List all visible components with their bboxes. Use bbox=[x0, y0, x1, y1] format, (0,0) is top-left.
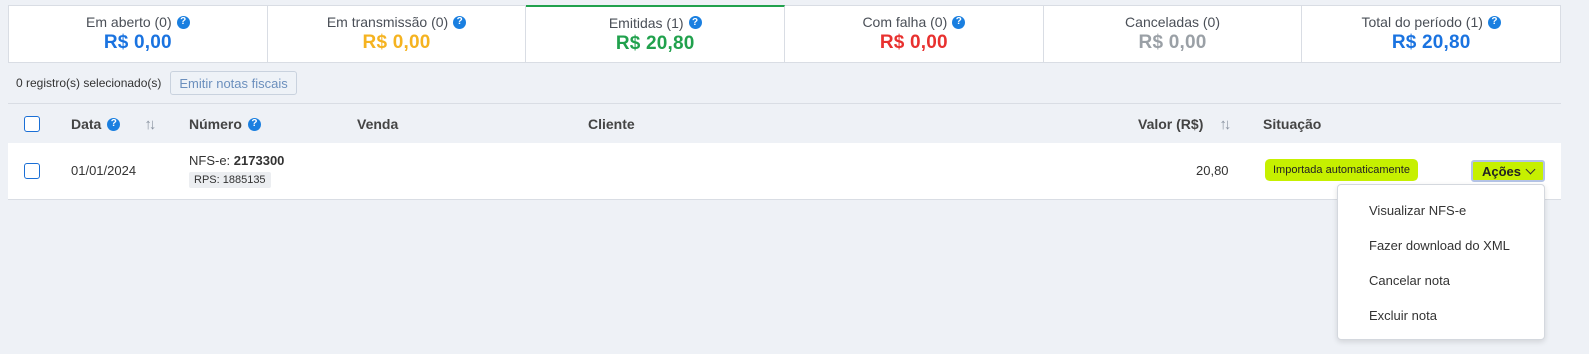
summary-card-canceladas[interactable]: Canceladas (0) R$ 0,00 bbox=[1044, 6, 1303, 62]
card-label: Em transmissão (0) bbox=[326, 14, 449, 30]
summary-card-total-periodo[interactable]: Total do período (1) ? R$ 20,80 bbox=[1302, 6, 1560, 62]
column-label: Situação bbox=[1263, 116, 1322, 132]
column-situacao: Situação bbox=[1263, 104, 1321, 144]
help-icon[interactable]: ? bbox=[453, 15, 467, 29]
column-cliente: Cliente bbox=[588, 104, 635, 144]
menu-item-visualizar[interactable]: Visualizar NFS-e bbox=[1338, 193, 1544, 228]
column-label: Número bbox=[189, 116, 242, 132]
invoices-table: Data ? ↑↓ Número ? Venda Cliente Valor (… bbox=[8, 103, 1561, 216]
sort-icon[interactable]: ↑↓ bbox=[144, 116, 156, 133]
help-icon[interactable]: ? bbox=[688, 16, 702, 29]
nfse-number: 2173300 bbox=[233, 153, 285, 168]
summary-card-com-falha[interactable]: Com falha (0) ? R$ 0,00 bbox=[785, 6, 1044, 62]
card-value: R$ 0,00 bbox=[879, 32, 948, 53]
column-label: Data bbox=[71, 116, 102, 132]
column-label: Cliente bbox=[588, 116, 635, 132]
summary-bar: Em aberto (0) ? R$ 0,00 Em transmissão (… bbox=[8, 5, 1561, 63]
actions-button[interactable]: Ações bbox=[1471, 160, 1545, 182]
actions-menu: Visualizar NFS-e Fazer download do XML C… bbox=[1337, 184, 1545, 340]
menu-item-download-xml[interactable]: Fazer download do XML bbox=[1338, 228, 1544, 263]
sort-icon[interactable]: ↑↓ bbox=[1219, 116, 1231, 133]
summary-card-emitidas[interactable]: Emitidas (1) ? R$ 20,80 bbox=[526, 5, 786, 62]
cell-numero: NFS-e: 2173300 RPS: 1885135 bbox=[189, 153, 284, 188]
select-all-checkbox[interactable] bbox=[24, 116, 40, 132]
column-venda: Venda bbox=[357, 104, 398, 144]
column-numero: Número ? bbox=[189, 104, 261, 144]
status-badge: Importada automaticamente bbox=[1268, 162, 1415, 178]
card-label: Total do período (1) bbox=[1361, 14, 1483, 30]
chevron-down-icon bbox=[1525, 164, 1536, 174]
actions-label: Ações bbox=[1481, 163, 1522, 179]
summary-card-em-transmissao[interactable]: Em transmissão (0) ? R$ 0,00 bbox=[268, 6, 527, 62]
card-label: Com falha (0) bbox=[862, 14, 948, 30]
selection-bar: 0 registro(s) selecionado(s) Emitir nota… bbox=[8, 63, 1561, 103]
menu-item-cancelar[interactable]: Cancelar nota bbox=[1338, 263, 1544, 298]
help-icon[interactable]: ? bbox=[952, 15, 966, 29]
card-label: Em aberto (0) bbox=[86, 14, 172, 30]
help-icon[interactable]: ? bbox=[1487, 15, 1501, 29]
cell-data: 01/01/2024 bbox=[71, 163, 137, 178]
table-row[interactable]: 01/01/2024 NFS-e: 2173300 RPS: 1885135 2… bbox=[8, 143, 1561, 200]
column-label: Valor (R$) bbox=[1138, 116, 1204, 132]
cell-valor: 20,80 bbox=[1196, 163, 1229, 178]
help-icon[interactable]: ? bbox=[247, 117, 261, 131]
card-label: Emitidas (1) bbox=[608, 14, 684, 31]
card-value: R$ 0,00 bbox=[103, 32, 172, 53]
help-icon[interactable]: ? bbox=[176, 15, 190, 29]
column-data[interactable]: Data ? ↑↓ bbox=[71, 104, 156, 144]
row-checkbox[interactable] bbox=[24, 163, 40, 179]
selected-count: 0 registro(s) selecionado(s) bbox=[16, 76, 162, 90]
column-label: Venda bbox=[357, 116, 399, 132]
card-label: Canceladas (0) bbox=[1125, 14, 1220, 30]
card-value: R$ 20,80 bbox=[1391, 32, 1471, 53]
table-header: Data ? ↑↓ Número ? Venda Cliente Valor (… bbox=[8, 103, 1561, 143]
summary-card-em-aberto[interactable]: Em aberto (0) ? R$ 0,00 bbox=[9, 6, 268, 62]
card-value: R$ 20,80 bbox=[615, 32, 695, 54]
emit-invoices-button[interactable]: Emitir notas fiscais bbox=[170, 71, 297, 95]
card-value: R$ 0,00 bbox=[1138, 32, 1207, 53]
column-valor[interactable]: Valor (R$) ↑↓ bbox=[1138, 104, 1231, 144]
nfse-prefix: NFS-e: bbox=[189, 153, 231, 168]
menu-item-excluir[interactable]: Excluir nota bbox=[1338, 298, 1544, 333]
card-value: R$ 0,00 bbox=[362, 32, 431, 53]
help-icon[interactable]: ? bbox=[107, 117, 121, 131]
rps-tag: RPS: 1885135 bbox=[189, 172, 271, 188]
